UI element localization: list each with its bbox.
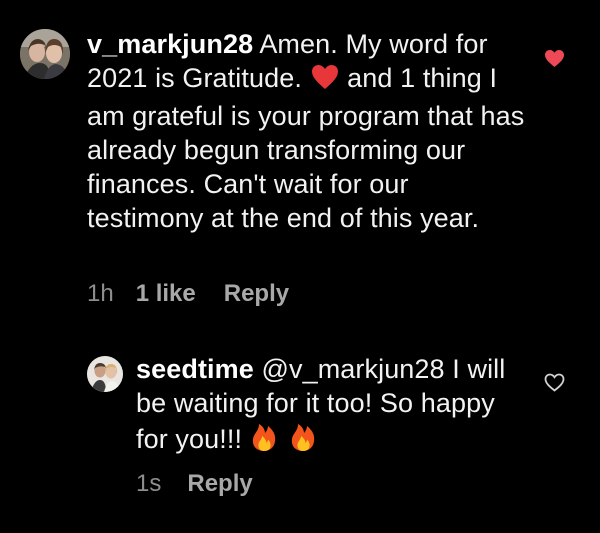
like-heart-outline-icon[interactable] (544, 373, 565, 397)
timestamp: 1s (136, 470, 162, 497)
username-link[interactable]: seedtime (136, 354, 254, 384)
like-heart-icon[interactable] (544, 49, 565, 73)
fire-emoji (250, 420, 278, 460)
reply-button[interactable]: Reply (224, 280, 289, 308)
likes-count-link[interactable]: 1 like (136, 280, 196, 308)
red-heart-emoji (310, 63, 340, 99)
timestamp: 1h (87, 280, 114, 307)
username-link[interactable]: v_markjun28 (87, 29, 253, 59)
mention-link[interactable]: @v_markjun28 (261, 354, 444, 384)
comment-text: v_markjun28 Amen. My word for 2021 is Gr… (87, 27, 527, 235)
fire-emoji (289, 420, 317, 460)
comment-meta: 1h 1 like Reply (87, 280, 289, 308)
profile-photo-icon (87, 356, 123, 392)
profile-photo-icon (20, 29, 70, 79)
comment-text: seedtime @v_markjun28 I will be waiting … (136, 352, 516, 460)
comment-meta: 1s Reply (136, 470, 253, 498)
avatar[interactable] (87, 356, 123, 392)
reply-button[interactable]: Reply (187, 470, 252, 498)
avatar[interactable] (20, 29, 70, 79)
